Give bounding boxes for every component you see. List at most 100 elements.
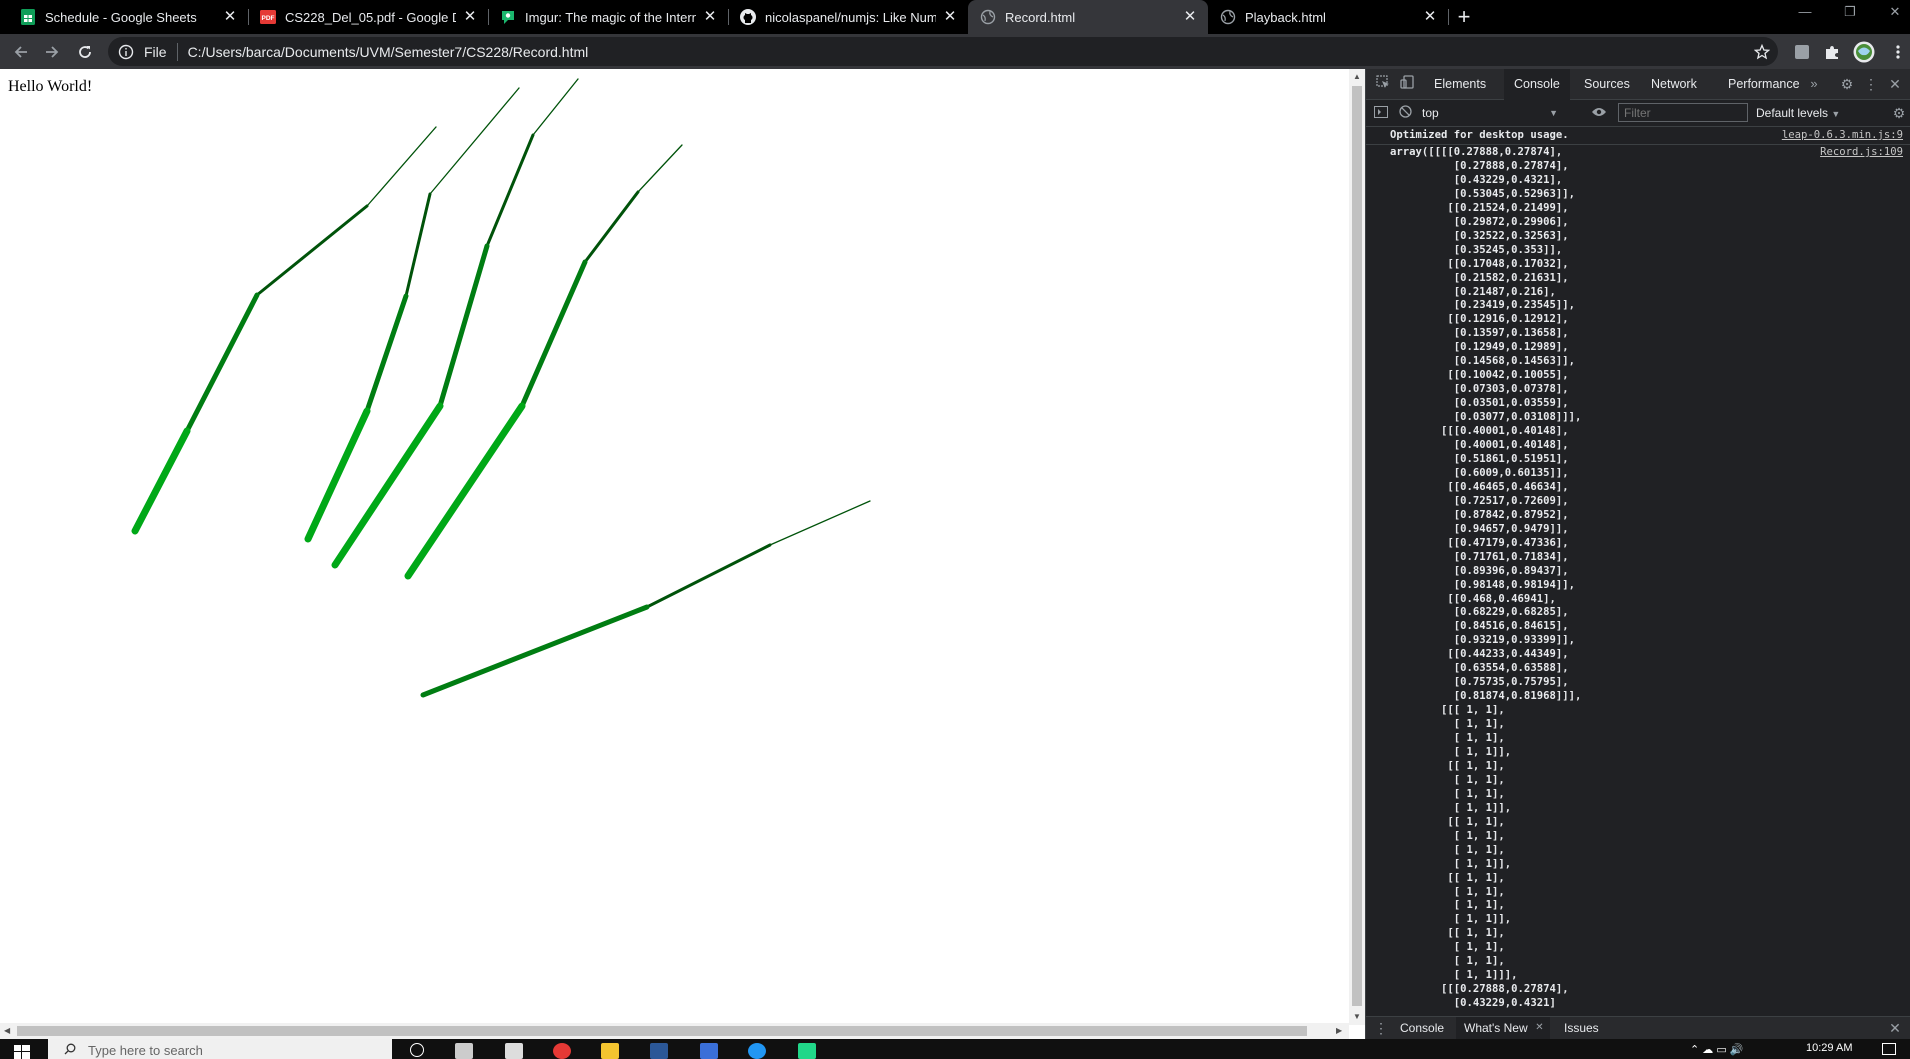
close-icon[interactable]: ✕: [1422, 9, 1438, 25]
scroll-up-icon[interactable]: ▲: [1353, 73, 1361, 81]
browser-tab-strip: Schedule - Google Sheets ✕ PDF CS228_Del…: [0, 0, 1910, 34]
info-icon[interactable]: [118, 44, 134, 60]
kebab-menu-icon[interactable]: ⋮: [1862, 75, 1880, 93]
taskbar-clock[interactable]: 10:29 AM: [1806, 1042, 1852, 1054]
close-icon[interactable]: ✕: [942, 9, 958, 25]
tab-imgur[interactable]: Imgur: The magic of the Internet ✕: [488, 0, 728, 34]
tab-network[interactable]: Network: [1641, 69, 1707, 100]
eye-icon[interactable]: [1590, 104, 1608, 122]
tab-schedule-sheets[interactable]: Schedule - Google Sheets ✕: [8, 0, 248, 34]
tab-elements[interactable]: Elements: [1424, 69, 1496, 100]
address-bar[interactable]: File C:/Users/barca/Documents/UVM/Semest…: [108, 37, 1778, 66]
window-close-icon[interactable]: ✕: [1885, 4, 1905, 20]
restore-icon[interactable]: ❐: [1840, 4, 1860, 20]
profile-avatar[interactable]: [1852, 40, 1876, 64]
tab-performance[interactable]: Performance: [1718, 69, 1810, 100]
vertical-scroll-thumb[interactable]: [1352, 86, 1362, 1006]
gear-icon[interactable]: ⚙: [1838, 75, 1856, 93]
console-filter-input[interactable]: [1618, 103, 1748, 122]
console-output: Optimized for desktop usage. leap-0.6.3.…: [1366, 127, 1910, 1016]
horizontal-scrollbar[interactable]: ◀ ▶: [0, 1023, 1349, 1039]
tab-sources[interactable]: Sources: [1574, 69, 1640, 100]
tab-playback-html[interactable]: Playback.html ✕: [1208, 0, 1448, 34]
dropdown-arrow-icon: ▼: [1549, 108, 1558, 118]
console-array-output: array([[[[0.27888,0.27874], [0.27888,0.2…: [1390, 146, 1582, 1010]
tab-record-html[interactable]: Record.html ✕: [968, 0, 1208, 34]
browser-toolbar: File C:/Users/barca/Documents/UVM/Semest…: [0, 34, 1910, 69]
close-devtools-icon[interactable]: ✕: [1886, 75, 1904, 93]
address-url[interactable]: C:/Users/barca/Documents/UVM/Semester7/C…: [188, 44, 589, 60]
system-tray-icons[interactable]: ⌃ ☁ ▭ 🔊: [1690, 1043, 1790, 1057]
tab-title: Imgur: The magic of the Internet: [525, 9, 696, 25]
inspect-element-icon[interactable]: [1374, 75, 1392, 93]
address-divider: [176, 42, 178, 61]
thumb-intermediate-bone: [255, 204, 369, 297]
tab-divider: [1448, 9, 1449, 25]
imgur-icon: [500, 9, 516, 25]
log-levels-dropdown[interactable]: Default levels ▼: [1756, 104, 1840, 123]
pinky-distal-bone: [769, 500, 871, 546]
store-icon[interactable]: [505, 1043, 523, 1059]
bookmark-star-icon[interactable]: [1750, 40, 1774, 64]
new-tab-button[interactable]: +: [1452, 5, 1476, 29]
word-icon[interactable]: [650, 1043, 668, 1059]
menu-kebab-icon[interactable]: [1886, 40, 1910, 64]
more-tabs-icon[interactable]: »: [1805, 75, 1823, 93]
close-icon[interactable]: ✕: [1182, 9, 1198, 25]
file-explorer-icon[interactable]: [601, 1043, 619, 1059]
notifications-icon[interactable]: [1882, 1043, 1896, 1055]
scroll-right-icon[interactable]: ▶: [1336, 1027, 1342, 1035]
scroll-down-icon[interactable]: ▼: [1353, 1013, 1361, 1021]
close-icon[interactable]: ✕: [1535, 1017, 1543, 1039]
tab-title: Schedule - Google Sheets: [45, 9, 197, 25]
close-icon[interactable]: ✕: [702, 9, 718, 25]
clear-console-icon[interactable]: [1396, 104, 1414, 122]
thumb-distal-bone: [366, 126, 437, 207]
tab-title: CS228_Del_05.pdf - Google Drive: [285, 9, 456, 25]
edge-icon[interactable]: [748, 1043, 766, 1059]
devtools-drawer-tabs: ⋮ Console What's New ✕ Issues ✕: [1366, 1016, 1910, 1039]
scroll-left-icon[interactable]: ◀: [4, 1027, 10, 1035]
extensions-puzzle-icon[interactable]: [1820, 40, 1844, 64]
middle-metacarpal-bone: [331, 402, 444, 569]
page-viewport: Hello World! ▲ ▼ ◀ ▶: [0, 69, 1365, 1039]
reload-button[interactable]: [73, 40, 97, 64]
taskbar-search-box[interactable]: Type here to search: [48, 1039, 392, 1059]
console-source-link[interactable]: Record.js:109: [1820, 146, 1903, 160]
drawer-tab-console[interactable]: Console: [1392, 1017, 1452, 1039]
console-toolbar: top ▼ Default levels ▼ ⚙: [1366, 100, 1910, 127]
tab-github-numjs[interactable]: nicolaspanel/numjs: Like NumPy ✕: [728, 0, 968, 34]
github-icon: [740, 9, 756, 25]
index-intermediate-bone: [404, 192, 432, 298]
close-icon[interactable]: ✕: [222, 9, 238, 25]
horizontal-scroll-thumb[interactable]: [17, 1026, 1307, 1036]
ring-proximal-bone: [519, 259, 588, 409]
console-settings-gear-icon[interactable]: ⚙: [1890, 104, 1908, 122]
pinky-intermediate-bone: [645, 543, 772, 609]
windows-start-icon[interactable]: [14, 1045, 30, 1059]
device-toolbar-icon[interactable]: [1398, 75, 1416, 93]
drawer-tab-whats-new[interactable]: What's New ✕: [1456, 1017, 1550, 1039]
forward-button[interactable]: [40, 40, 64, 64]
drawer-tab-issues[interactable]: Issues: [1556, 1017, 1607, 1039]
remote-desktop-icon[interactable]: [700, 1043, 718, 1059]
pycharm-icon[interactable]: [798, 1043, 816, 1059]
extension-square-icon[interactable]: [1790, 40, 1814, 64]
drawer-menu-icon[interactable]: ⋮: [1372, 1019, 1390, 1037]
context-selector[interactable]: top ▼: [1422, 104, 1558, 122]
cortana-icon[interactable]: [410, 1043, 424, 1057]
minimize-icon[interactable]: —: [1795, 4, 1815, 19]
middle-distal-bone: [532, 78, 579, 136]
tab-drive-pdf[interactable]: PDF CS228_Del_05.pdf - Google Drive ✕: [248, 0, 488, 34]
close-drawer-icon[interactable]: ✕: [1886, 1019, 1904, 1037]
tab-console[interactable]: Console: [1504, 69, 1570, 100]
chrome-icon[interactable]: [553, 1043, 571, 1059]
middle-intermediate-bone: [485, 133, 535, 248]
console-source-link[interactable]: leap-0.6.3.min.js:9: [1782, 129, 1903, 143]
close-icon[interactable]: ✕: [462, 9, 478, 25]
sidebar-toggle-icon[interactable]: [1372, 104, 1390, 122]
thumb-proximal-bone: [184, 292, 260, 434]
back-button[interactable]: [9, 40, 33, 64]
vertical-scrollbar[interactable]: ▲ ▼: [1349, 69, 1365, 1025]
task-view-icon[interactable]: [455, 1043, 473, 1059]
